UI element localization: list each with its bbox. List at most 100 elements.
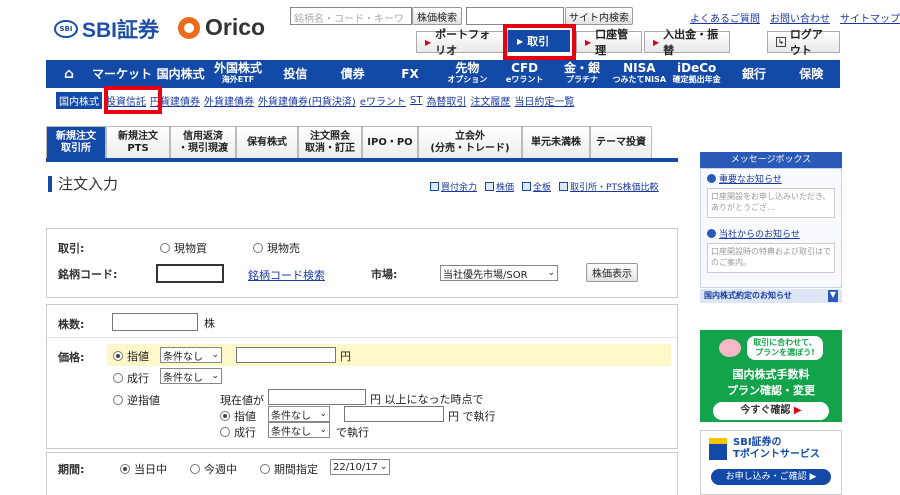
- subnav-domestic-stock[interactable]: 国内株式: [56, 92, 102, 109]
- subnav-today-executions[interactable]: 当日約定一覧: [514, 93, 574, 108]
- nav-insurance[interactable]: 保険: [783, 68, 840, 80]
- radio-period-spec[interactable]: 期間指定: [260, 461, 318, 477]
- tab-order-inquiry[interactable]: 注文照会 取消・訂正: [298, 126, 362, 158]
- check-now-button[interactable]: 今すぐ確認 ▶: [713, 402, 829, 420]
- tpoint-apply-button[interactable]: お申し込み・ご確認 ▶: [711, 469, 831, 485]
- stock-search-button[interactable]: 株価検索: [412, 7, 462, 25]
- sitemap-link[interactable]: サイトマップ: [840, 10, 900, 25]
- radio-period-dot: [260, 464, 270, 474]
- stop-market-cond-select[interactable]: 条件なし: [268, 422, 330, 438]
- radio-stop[interactable]: 逆指値: [113, 392, 160, 408]
- quote-button[interactable]: 株価表示: [586, 263, 638, 282]
- nav-funds[interactable]: 投信: [267, 68, 324, 80]
- home-icon[interactable]: ⌂: [46, 66, 92, 82]
- radio-stop-market[interactable]: 成行: [220, 424, 256, 440]
- site-search-button[interactable]: サイト内検索: [565, 7, 633, 25]
- tab-trade-label: 取引: [527, 35, 550, 48]
- tab-holdings[interactable]: 保有株式: [236, 126, 298, 158]
- nav-bonds[interactable]: 債券: [324, 68, 381, 80]
- nav-ideco[interactable]: iDeCo 確定拠出年金: [668, 62, 725, 85]
- code-search-link[interactable]: 銘柄コード検索: [248, 267, 325, 283]
- important-notice-link[interactable]: 重要なお知らせ: [701, 169, 841, 188]
- radio-limit-label: 指値: [127, 350, 149, 363]
- compare-link[interactable]: 取引所・PTS株価比較: [559, 180, 659, 193]
- stock-search-input[interactable]: 銘柄名・コード・キーワ: [290, 7, 412, 25]
- message-box-header: メッセージボックス: [700, 152, 842, 168]
- radio-stop-dot: [113, 395, 123, 405]
- subnav-ewarrant[interactable]: eワラント: [360, 93, 406, 108]
- info-icon: [707, 174, 716, 183]
- tab-theme[interactable]: テーマ投資: [590, 126, 652, 158]
- nav-fx[interactable]: FX: [381, 68, 438, 80]
- radio-this-week[interactable]: 今週中: [190, 461, 237, 477]
- tpoint-icon: [709, 438, 727, 460]
- logout-button[interactable]: ↳ ログアウト: [767, 28, 840, 57]
- tpoint-banner[interactable]: SBI証券の Tポイントサービス お申し込み・ご確認 ▶: [700, 430, 842, 495]
- banner-tagline-1: 取引に合わせて、: [753, 338, 817, 347]
- tab-trade[interactable]: ▶ 取引: [508, 30, 570, 52]
- contact-link[interactable]: お問い合わせ: [770, 10, 830, 25]
- market-select[interactable]: 当社優先市場/SOR: [440, 265, 558, 281]
- radio-stop-market-label: 成行: [234, 426, 256, 439]
- tabs-underline: [46, 158, 678, 162]
- tab-off-floor[interactable]: 立会外 (分売・トレード): [418, 126, 522, 158]
- nav-gold[interactable]: 金・銀 プラチナ: [553, 62, 610, 85]
- tab-portfolio[interactable]: ▶ ポートフォリオ: [416, 28, 508, 57]
- subnav-st[interactable]: ST: [410, 95, 422, 106]
- tab-deposit[interactable]: ▶ 入出金・振替: [644, 28, 730, 57]
- period-date-select[interactable]: 22/10/17: [330, 459, 390, 475]
- radio-limit[interactable]: 指値: [113, 348, 149, 364]
- sbi-logo[interactable]: SBI SBI証券: [54, 14, 159, 44]
- radio-market-order[interactable]: 成行: [113, 370, 149, 386]
- radio-buy-label: 現物買: [174, 242, 207, 255]
- message-1[interactable]: 口座開設をお申し込みいただき、ありがとうござ…: [707, 188, 835, 218]
- stop-trigger-input[interactable]: [268, 389, 366, 405]
- market-cond-select[interactable]: 条件なし: [160, 368, 222, 384]
- logout-label: ログアウト: [789, 28, 823, 57]
- buying-power-link[interactable]: 買付余力: [430, 180, 477, 193]
- message-2[interactable]: 口座開設時の特典および取引はでのご案内。: [707, 243, 835, 273]
- qty-input[interactable]: [112, 313, 198, 331]
- tab-new-order-exchange[interactable]: 新規注文 取引所: [46, 126, 106, 158]
- tab-account[interactable]: ▶ 口座管理: [576, 28, 642, 57]
- board-link[interactable]: 全板: [522, 180, 551, 193]
- company-notice-link[interactable]: 当社からのお知らせ: [701, 224, 841, 243]
- subnav-foreign-bonds-yen[interactable]: 外貨建債券(円貨決済): [258, 93, 356, 108]
- tpoint-title-1: SBI証券の: [733, 437, 782, 448]
- nav-market[interactable]: マーケット: [92, 68, 152, 80]
- radio-limit-dot: [113, 351, 123, 361]
- stop-limit-price-input[interactable]: [344, 406, 444, 422]
- nav-cfd[interactable]: CFD eワラント: [496, 62, 553, 85]
- faq-link[interactable]: よくあるご質問: [690, 10, 760, 25]
- tab-ipo[interactable]: IPO・PO: [362, 126, 418, 158]
- nav-nisa[interactable]: NISA つみたてNISA: [611, 62, 668, 85]
- fee-plan-banner[interactable]: 取引に合わせて、 プランを選ぼう! 国内株式手数料 プラン確認・変更 今すぐ確認…: [700, 330, 842, 422]
- stop-exec-text-2: で執行: [336, 426, 369, 439]
- nav-bank[interactable]: 銀行: [725, 68, 782, 80]
- tab-deposit-label: 入出金・振替: [663, 28, 719, 57]
- nav-domestic-stock[interactable]: 国内株式: [152, 68, 209, 80]
- tab-new-order-pts[interactable]: 新規注文 PTS: [106, 126, 170, 158]
- limit-cond-select[interactable]: 条件なし: [160, 347, 222, 363]
- radio-buy[interactable]: 現物買: [160, 240, 207, 256]
- radio-sell[interactable]: 現物売: [253, 240, 300, 256]
- subnav-fx-trade[interactable]: 為替取引: [426, 93, 466, 108]
- subnav-foreign-bonds[interactable]: 外貨建債券: [204, 93, 254, 108]
- limit-price-input[interactable]: [236, 347, 336, 363]
- site-search-input[interactable]: [466, 7, 564, 25]
- code-label: 銘柄コード:: [58, 268, 118, 281]
- price-link[interactable]: 株価: [485, 180, 514, 193]
- subnav-order-history[interactable]: 注文履歴: [470, 93, 510, 108]
- radio-today[interactable]: 当日中: [120, 461, 167, 477]
- tab-odd-lot[interactable]: 単元未満株: [522, 126, 590, 158]
- stop-limit-cond-select[interactable]: 条件なし: [268, 406, 330, 422]
- order-basic-panel: [46, 228, 678, 298]
- nav-foreign-stock[interactable]: 外国株式 海外ETF: [209, 62, 266, 85]
- radio-stop-limit[interactable]: 指値: [220, 408, 256, 424]
- contract-notice-bar[interactable]: 国内株式約定のお知らせ ▼: [700, 289, 842, 303]
- highlight-box-investment-trust: [104, 86, 162, 114]
- nav-futures[interactable]: 先物 オプション: [439, 62, 496, 85]
- logout-icon: ↳: [776, 37, 786, 47]
- tab-margin-repay[interactable]: 信用返済 ・現引現渡: [170, 126, 236, 158]
- code-input[interactable]: [156, 264, 224, 283]
